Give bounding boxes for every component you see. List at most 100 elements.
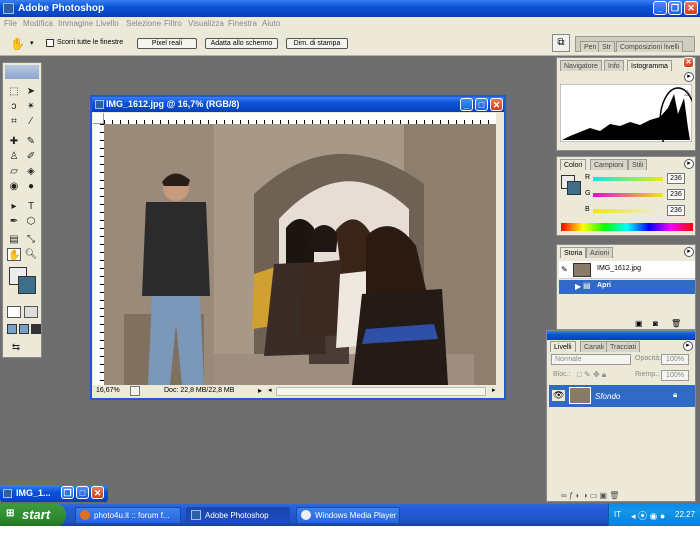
color-ramp[interactable] [561, 223, 693, 231]
menu-immagine[interactable]: Immagine [58, 19, 93, 28]
tab-histogram[interactable]: Istogramma [627, 60, 672, 71]
blend-mode-select[interactable]: Normale [551, 354, 631, 365]
brush-tool-icon[interactable]: ✎ [24, 135, 38, 148]
minimized-close-button[interactable]: ✕ [91, 486, 104, 499]
tab-channels[interactable]: Canali [580, 341, 608, 352]
marquee-tool-icon[interactable]: ⬚ [7, 85, 21, 98]
scroll-left-icon[interactable]: ◂ [268, 386, 272, 394]
tab-colors[interactable]: Colori [560, 159, 587, 170]
tab-paths[interactable]: Tracciati [606, 341, 641, 352]
new-snapshot-icon[interactable]: ◙ [653, 319, 658, 328]
history-panel-menu-icon[interactable]: ▸ [684, 247, 694, 257]
blur-tool-icon[interactable]: ◉ [7, 180, 21, 193]
minimize-button[interactable]: _ [653, 1, 667, 15]
channel-r-value[interactable]: 236 [667, 173, 685, 184]
layer-row-background[interactable]: 👁︎ Sfondo 🔒︎ [549, 385, 695, 407]
menu-modifica[interactable]: Modifica [23, 19, 53, 28]
history-snapshot-row[interactable]: ✎ IMG_1612.jpg [559, 261, 695, 279]
clone-stamp-tool-icon[interactable]: ♙ [7, 150, 21, 163]
healing-brush-tool-icon[interactable]: ✚ [7, 135, 21, 148]
start-button[interactable]: ⊞ start [0, 504, 66, 526]
menu-file[interactable]: File [4, 19, 17, 28]
horizontal-ruler[interactable] [104, 113, 496, 124]
menu-aiuto[interactable]: Aiuto [262, 19, 280, 28]
doc-minimize-button[interactable]: _ [460, 98, 473, 111]
screen-mode-full-icon[interactable] [31, 324, 41, 334]
type-tool-icon[interactable]: T [24, 200, 38, 213]
minimized-restore-button[interactable]: ❐ [61, 486, 74, 499]
status-menu-arrow-icon[interactable]: ▸ [258, 386, 262, 395]
move-tool-icon[interactable]: ➤ [24, 85, 38, 98]
taskbar-item-photoshop[interactable]: Adobe Photoshop [186, 507, 290, 524]
layer-visibility-eye-icon[interactable]: 👁︎ [552, 390, 566, 401]
tab-navigator[interactable]: Navigatore [560, 60, 602, 71]
notes-tool-icon[interactable]: ▤ [7, 233, 21, 246]
channel-r-slider[interactable] [593, 177, 663, 181]
layer-footer-icons[interactable]: ∞ ƒ ◐ ◑ ▭ ▣ 🗑︎ [561, 491, 619, 500]
quick-mask-icon[interactable] [24, 306, 38, 318]
scroll-all-checkbox[interactable] [46, 39, 54, 47]
palette-well-tab-layer-comps[interactable]: Composizioni livelli [616, 41, 684, 52]
crop-tool-icon[interactable]: ⌗ [7, 115, 21, 128]
actual-pixels-button[interactable]: Pixel reali [137, 38, 197, 49]
zoom-level[interactable]: 16,67% [96, 387, 120, 394]
lasso-tool-icon[interactable]: ↄ [7, 100, 21, 113]
tab-layers[interactable]: Livelli [550, 341, 576, 352]
tray-icons[interactable]: ◂ ⦿ ◉ ● [631, 509, 665, 522]
fill-field[interactable]: 100% [661, 370, 689, 381]
tab-styles[interactable]: Stili [628, 159, 648, 170]
channel-b-slider[interactable] [593, 209, 663, 213]
layers-panel-menu-icon[interactable]: ▸ [683, 341, 693, 351]
tab-actions[interactable]: Azioni [586, 247, 614, 258]
fit-screen-button[interactable]: Adatta allo schermo [205, 38, 278, 49]
ruler-origin[interactable] [93, 113, 104, 124]
tool-preset-dropdown[interactable]: ▾ [30, 39, 34, 47]
palette-well-tab-str[interactable]: Str [598, 41, 615, 52]
history-brush-tool-icon[interactable]: ✐ [24, 150, 38, 163]
path-selection-tool-icon[interactable]: ▸ [7, 200, 21, 213]
color-panel-menu-icon[interactable]: ▸ [684, 159, 694, 169]
jump-to-imageready-icon[interactable]: ⇆ [9, 341, 23, 354]
menu-visualizza[interactable]: Visualizza [188, 19, 224, 28]
screen-mode-standard-icon[interactable] [7, 324, 17, 334]
language-indicator[interactable]: IT [614, 510, 621, 519]
paint-bucket-tool-icon[interactable]: ◈ [24, 165, 38, 178]
standard-mode-icon[interactable] [7, 306, 21, 318]
menu-filtro[interactable]: Filtro [164, 19, 182, 28]
history-step-row[interactable]: ▶ ▤ Apri [559, 280, 695, 294]
restore-button[interactable]: ❐ [668, 1, 682, 15]
document-canvas-photo[interactable] [104, 124, 496, 385]
channel-b-value[interactable]: 236 [667, 205, 685, 216]
tab-info[interactable]: Info [604, 60, 624, 71]
print-size-button[interactable]: Dim. di stampa [286, 38, 348, 49]
color-background-swatch[interactable] [567, 181, 581, 195]
horizontal-scrollbar[interactable] [276, 387, 486, 396]
panel-close-button[interactable]: ✕ [683, 57, 694, 68]
eyedropper-tool-icon[interactable]: ⤡ [24, 233, 38, 246]
dodge-tool-icon[interactable]: ● [24, 180, 38, 193]
minimized-document[interactable]: IMG_1... ❐ □ ✕ [0, 485, 108, 502]
shape-tool-icon[interactable]: ⬡ [24, 215, 38, 228]
file-browser-icon[interactable]: ⧉ [552, 34, 570, 52]
panel-menu-icon[interactable]: ▸ [684, 72, 694, 82]
close-button[interactable]: ✕ [684, 1, 698, 15]
new-document-from-state-icon[interactable]: ▣ [635, 319, 643, 328]
channel-g-value[interactable]: 236 [667, 189, 685, 200]
status-preview-icon[interactable] [130, 386, 140, 396]
taskbar-item-firefox[interactable]: photo4u.it :: forum f... [75, 507, 181, 524]
menu-selezione[interactable]: Selezione [126, 19, 161, 28]
slice-tool-icon[interactable]: ⁄ [24, 115, 38, 128]
menu-livello[interactable]: Livello [96, 19, 119, 28]
hand-tool-icon[interactable]: ✋ [10, 37, 25, 51]
taskbar-item-media-player[interactable]: Windows Media Player [296, 507, 400, 524]
scroll-right-icon[interactable]: ▸ [492, 386, 496, 394]
menu-finestra[interactable]: Finestra [228, 19, 257, 28]
pen-tool-icon[interactable]: ✒ [7, 215, 21, 228]
tab-history[interactable]: Storia [560, 247, 587, 258]
history-trash-icon[interactable]: 🗑︎ [671, 319, 681, 328]
doc-maximize-button[interactable]: □ [475, 98, 488, 111]
vertical-ruler[interactable] [93, 124, 104, 385]
magic-wand-tool-icon[interactable]: ✴ [24, 100, 38, 113]
lock-options-icon[interactable]: □ ✎ ✥ 🔒︎ [577, 370, 606, 380]
screen-mode-full-menu-icon[interactable] [19, 324, 29, 334]
